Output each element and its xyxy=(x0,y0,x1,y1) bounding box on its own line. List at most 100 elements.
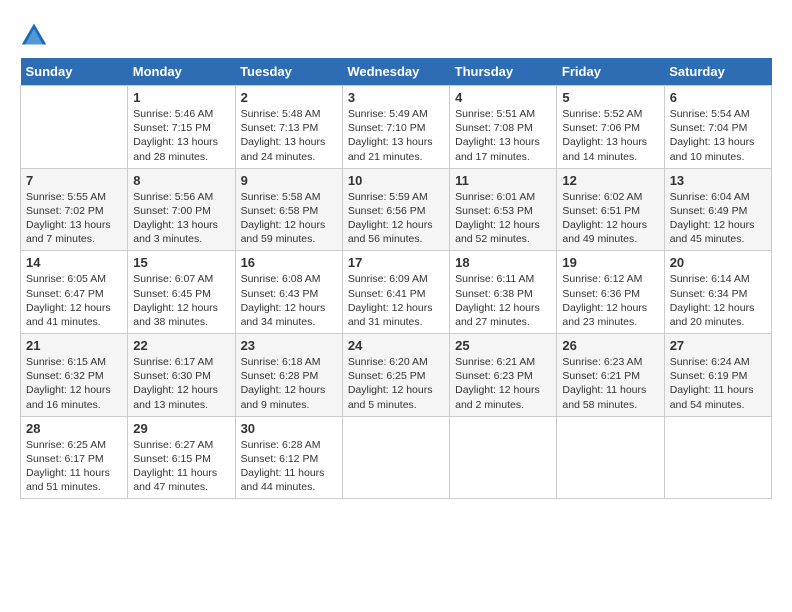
calendar-cell: 8Sunrise: 5:56 AM Sunset: 7:00 PM Daylig… xyxy=(128,168,235,251)
day-header-sunday: Sunday xyxy=(21,58,128,86)
calendar-cell: 4 Sunrise: 5:51 AM Sunset: 7:08 PM Daylig… xyxy=(450,86,557,169)
calendar-cell: 30 Sunrise: 6:28 AM Sunset: 6:12 PM Dayli… xyxy=(235,416,342,499)
day-info: Sunrise: 6:14 AM Sunset: 6:34 PM Dayligh… xyxy=(670,272,766,329)
calendar-header-row: SundayMondayTuesdayWednesdayThursdayFrid… xyxy=(21,58,772,86)
calendar-cell: 23 Sunrise: 6:18 AM Sunset: 6:28 PM Dayli… xyxy=(235,334,342,417)
calendar-cell: 12 Sunrise: 6:02 AM Sunset: 6:51 PM Dayli… xyxy=(557,168,664,251)
calendar-week-row: 21 Sunrise: 6:15 AM Sunset: 6:32 PM Dayli… xyxy=(21,334,772,417)
day-number: 9 xyxy=(241,173,337,188)
day-number: 14 xyxy=(26,255,122,270)
day-number: 22 xyxy=(133,338,229,353)
calendar-cell xyxy=(450,416,557,499)
day-number: 16 xyxy=(241,255,337,270)
calendar-cell: 17 Sunrise: 6:09 AM Sunset: 6:41 PM Dayli… xyxy=(342,251,449,334)
day-number: 12 xyxy=(562,173,658,188)
calendar-table: SundayMondayTuesdayWednesdayThursdayFrid… xyxy=(20,58,772,499)
calendar-cell: 14 Sunrise: 6:05 AM Sunset: 6:47 PM Dayli… xyxy=(21,251,128,334)
calendar-week-row: 28 Sunrise: 6:25 AM Sunset: 6:17 PM Dayli… xyxy=(21,416,772,499)
calendar-cell: 1 Sunrise: 5:46 AM Sunset: 7:15 PM Daylig… xyxy=(128,86,235,169)
day-info: Sunrise: 6:21 AM Sunset: 6:23 PM Dayligh… xyxy=(455,355,551,412)
day-number: 6 xyxy=(670,90,766,105)
day-info: Sunrise: 5:51 AM Sunset: 7:08 PM Dayligh… xyxy=(455,107,551,164)
calendar-week-row: 14 Sunrise: 6:05 AM Sunset: 6:47 PM Dayli… xyxy=(21,251,772,334)
day-number: 17 xyxy=(348,255,444,270)
calendar-cell: 25 Sunrise: 6:21 AM Sunset: 6:23 PM Dayli… xyxy=(450,334,557,417)
day-info: Sunrise: 5:56 AM Sunset: 7:00 PM Dayligh… xyxy=(133,190,229,247)
day-info: Sunrise: 5:58 AM Sunset: 6:58 PM Dayligh… xyxy=(241,190,337,247)
day-info: Sunrise: 6:18 AM Sunset: 6:28 PM Dayligh… xyxy=(241,355,337,412)
day-number: 27 xyxy=(670,338,766,353)
calendar-cell: 19Sunrise: 6:12 AM Sunset: 6:36 PM Dayli… xyxy=(557,251,664,334)
calendar-cell: 5 Sunrise: 5:52 AM Sunset: 7:06 PM Daylig… xyxy=(557,86,664,169)
calendar-cell: 6 Sunrise: 5:54 AM Sunset: 7:04 PM Daylig… xyxy=(664,86,771,169)
day-info: Sunrise: 6:28 AM Sunset: 6:12 PM Dayligh… xyxy=(241,438,337,495)
day-header-friday: Friday xyxy=(557,58,664,86)
day-info: Sunrise: 5:59 AM Sunset: 6:56 PM Dayligh… xyxy=(348,190,444,247)
day-number: 5 xyxy=(562,90,658,105)
day-info: Sunrise: 6:04 AM Sunset: 6:49 PM Dayligh… xyxy=(670,190,766,247)
day-info: Sunrise: 5:54 AM Sunset: 7:04 PM Dayligh… xyxy=(670,107,766,164)
calendar-cell: 29 Sunrise: 6:27 AM Sunset: 6:15 PM Dayli… xyxy=(128,416,235,499)
page-header xyxy=(20,20,772,48)
calendar-cell xyxy=(21,86,128,169)
day-info: Sunrise: 5:46 AM Sunset: 7:15 PM Dayligh… xyxy=(133,107,229,164)
day-number: 21 xyxy=(26,338,122,353)
day-number: 28 xyxy=(26,421,122,436)
day-number: 23 xyxy=(241,338,337,353)
day-info: Sunrise: 5:52 AM Sunset: 7:06 PM Dayligh… xyxy=(562,107,658,164)
calendar-cell: 22 Sunrise: 6:17 AM Sunset: 6:30 PM Dayli… xyxy=(128,334,235,417)
logo-icon xyxy=(20,20,48,48)
day-number: 18 xyxy=(455,255,551,270)
calendar-cell xyxy=(664,416,771,499)
day-header-saturday: Saturday xyxy=(664,58,771,86)
day-number: 15 xyxy=(133,255,229,270)
day-info: Sunrise: 6:15 AM Sunset: 6:32 PM Dayligh… xyxy=(26,355,122,412)
calendar-week-row: 7 Sunrise: 5:55 AM Sunset: 7:02 PM Daylig… xyxy=(21,168,772,251)
day-info: Sunrise: 6:11 AM Sunset: 6:38 PM Dayligh… xyxy=(455,272,551,329)
calendar-cell: 18 Sunrise: 6:11 AM Sunset: 6:38 PM Dayli… xyxy=(450,251,557,334)
calendar-cell: 10 Sunrise: 5:59 AM Sunset: 6:56 PM Dayli… xyxy=(342,168,449,251)
calendar-cell: 27Sunrise: 6:24 AM Sunset: 6:19 PM Dayli… xyxy=(664,334,771,417)
day-number: 2 xyxy=(241,90,337,105)
day-number: 3 xyxy=(348,90,444,105)
calendar-cell: 9 Sunrise: 5:58 AM Sunset: 6:58 PM Daylig… xyxy=(235,168,342,251)
day-number: 1 xyxy=(133,90,229,105)
calendar-cell: 16 Sunrise: 6:08 AM Sunset: 6:43 PM Dayli… xyxy=(235,251,342,334)
day-info: Sunrise: 6:23 AM Sunset: 6:21 PM Dayligh… xyxy=(562,355,658,412)
day-number: 26 xyxy=(562,338,658,353)
day-header-tuesday: Tuesday xyxy=(235,58,342,86)
day-info: Sunrise: 5:49 AM Sunset: 7:10 PM Dayligh… xyxy=(348,107,444,164)
day-number: 24 xyxy=(348,338,444,353)
calendar-cell: 2 Sunrise: 5:48 AM Sunset: 7:13 PM Daylig… xyxy=(235,86,342,169)
calendar-cell: 21 Sunrise: 6:15 AM Sunset: 6:32 PM Dayli… xyxy=(21,334,128,417)
day-number: 19 xyxy=(562,255,658,270)
day-info: Sunrise: 6:02 AM Sunset: 6:51 PM Dayligh… xyxy=(562,190,658,247)
calendar-week-row: 1 Sunrise: 5:46 AM Sunset: 7:15 PM Daylig… xyxy=(21,86,772,169)
day-header-wednesday: Wednesday xyxy=(342,58,449,86)
day-number: 25 xyxy=(455,338,551,353)
day-header-monday: Monday xyxy=(128,58,235,86)
day-number: 13 xyxy=(670,173,766,188)
day-number: 30 xyxy=(241,421,337,436)
calendar-cell: 15Sunrise: 6:07 AM Sunset: 6:45 PM Dayli… xyxy=(128,251,235,334)
day-info: Sunrise: 6:17 AM Sunset: 6:30 PM Dayligh… xyxy=(133,355,229,412)
calendar-cell: 28 Sunrise: 6:25 AM Sunset: 6:17 PM Dayli… xyxy=(21,416,128,499)
calendar-cell: 7 Sunrise: 5:55 AM Sunset: 7:02 PM Daylig… xyxy=(21,168,128,251)
calendar-cell: 26 Sunrise: 6:23 AM Sunset: 6:21 PM Dayli… xyxy=(557,334,664,417)
day-info: Sunrise: 5:55 AM Sunset: 7:02 PM Dayligh… xyxy=(26,190,122,247)
day-info: Sunrise: 6:25 AM Sunset: 6:17 PM Dayligh… xyxy=(26,438,122,495)
day-info: Sunrise: 6:08 AM Sunset: 6:43 PM Dayligh… xyxy=(241,272,337,329)
calendar-cell: 24 Sunrise: 6:20 AM Sunset: 6:25 PM Dayli… xyxy=(342,334,449,417)
day-info: Sunrise: 6:20 AM Sunset: 6:25 PM Dayligh… xyxy=(348,355,444,412)
day-number: 7 xyxy=(26,173,122,188)
day-info: Sunrise: 6:05 AM Sunset: 6:47 PM Dayligh… xyxy=(26,272,122,329)
day-number: 29 xyxy=(133,421,229,436)
day-number: 10 xyxy=(348,173,444,188)
logo xyxy=(20,20,50,48)
calendar-cell: 11Sunrise: 6:01 AM Sunset: 6:53 PM Dayli… xyxy=(450,168,557,251)
day-info: Sunrise: 6:27 AM Sunset: 6:15 PM Dayligh… xyxy=(133,438,229,495)
day-info: Sunrise: 5:48 AM Sunset: 7:13 PM Dayligh… xyxy=(241,107,337,164)
calendar-cell: 20Sunrise: 6:14 AM Sunset: 6:34 PM Dayli… xyxy=(664,251,771,334)
day-number: 4 xyxy=(455,90,551,105)
day-info: Sunrise: 6:09 AM Sunset: 6:41 PM Dayligh… xyxy=(348,272,444,329)
